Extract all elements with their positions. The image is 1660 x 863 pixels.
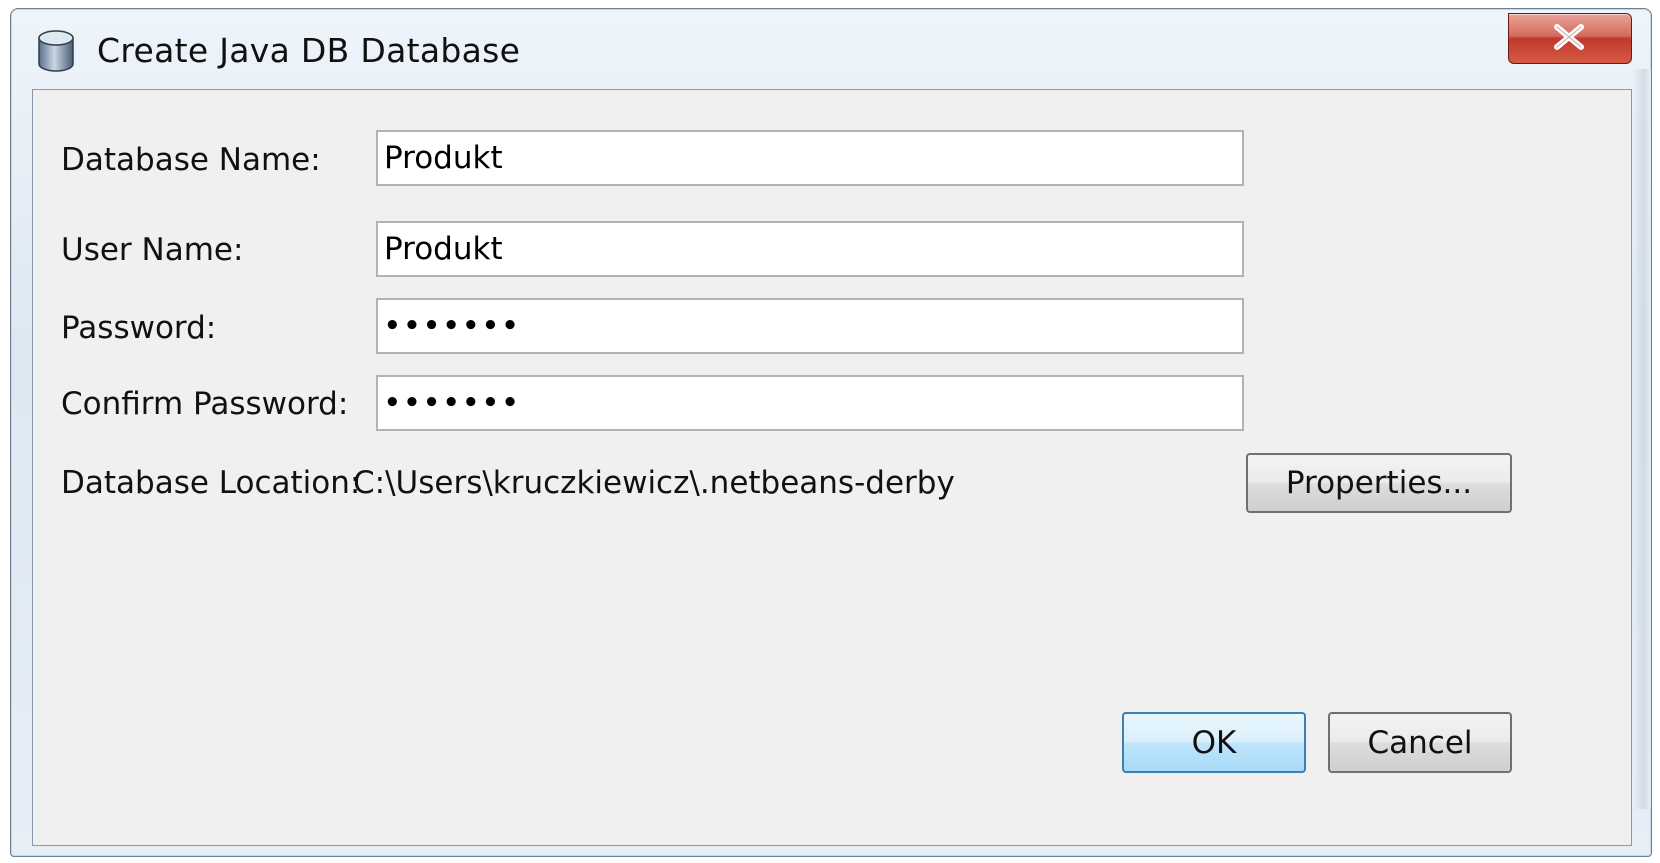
database-location-label: Database Location: <box>61 465 361 501</box>
close-button[interactable] <box>1508 13 1632 64</box>
confirm-password-label: Confirm Password: <box>61 386 349 422</box>
close-icon <box>1554 24 1584 50</box>
password-label: Password: <box>61 310 217 346</box>
confirm-password-input[interactable]: ••••••• <box>376 375 1244 431</box>
database-name-label: Database Name: <box>61 142 321 178</box>
user-name-label: User Name: <box>61 232 244 268</box>
title-bar[interactable]: Create Java DB Database <box>11 9 1651 89</box>
dialog-window: Create Java DB Database Database Name: U… <box>10 8 1652 857</box>
database-name-input[interactable] <box>376 130 1244 186</box>
password-input[interactable]: ••••••• <box>376 298 1244 354</box>
database-icon <box>37 29 75 73</box>
database-location-value: C:\Users\kruczkiewicz\.netbeans-derby <box>353 465 955 501</box>
properties-button[interactable]: Properties... <box>1246 453 1512 513</box>
user-name-input[interactable] <box>376 221 1244 277</box>
cancel-button[interactable]: Cancel <box>1328 712 1512 773</box>
dialog-title: Create Java DB Database <box>97 31 521 70</box>
dialog-content: Database Name: User Name: Password: ••••… <box>32 89 1632 846</box>
ok-button[interactable]: OK <box>1122 712 1306 773</box>
